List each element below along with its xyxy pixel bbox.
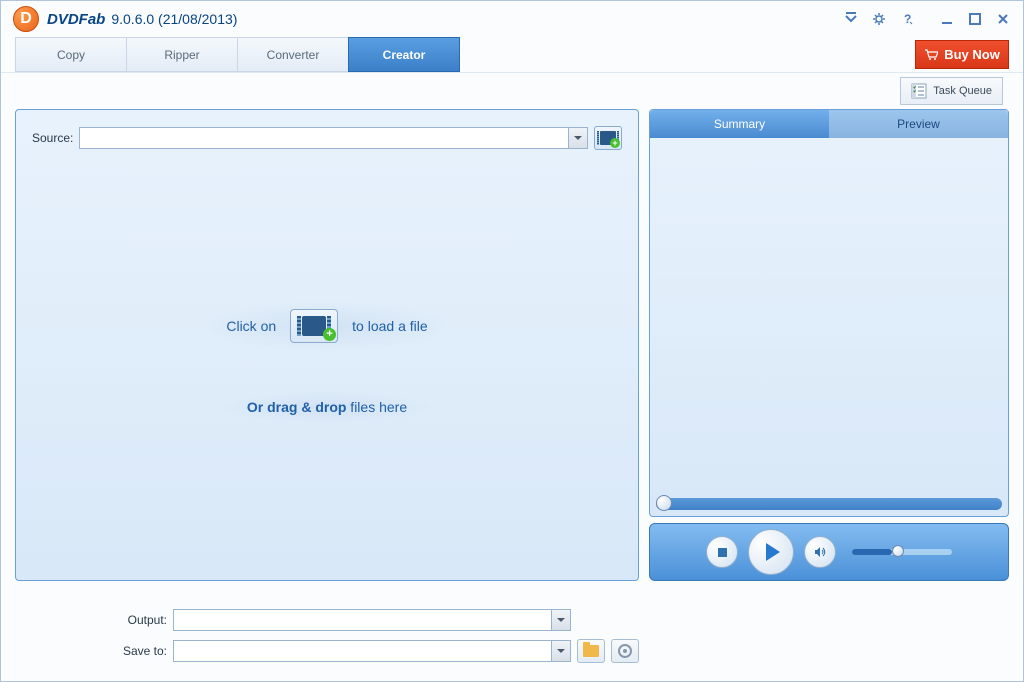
help-icon[interactable]: ? xyxy=(899,11,915,27)
app-logo: D xyxy=(13,6,39,32)
to-load-text: to load a file xyxy=(352,318,428,334)
output-input[interactable] xyxy=(173,609,551,631)
save-to-input[interactable] xyxy=(173,640,551,662)
preview-panel: Summary Preview xyxy=(649,109,1009,517)
source-dropdown[interactable] xyxy=(568,127,588,149)
drag-hint: Or drag & drop files here xyxy=(217,391,437,423)
task-queue-button[interactable]: Task Queue xyxy=(900,77,1003,105)
cart-icon xyxy=(924,49,938,61)
stop-icon xyxy=(718,548,727,557)
buy-now-label: Buy Now xyxy=(944,47,1000,62)
folder-icon xyxy=(583,645,599,657)
tab-converter[interactable]: Converter xyxy=(237,37,349,72)
target-button[interactable] xyxy=(611,639,639,663)
app-version: 9.0.6.0 (21/08/2013) xyxy=(111,11,237,27)
volume-fill xyxy=(852,549,892,555)
sub-bar: Task Queue xyxy=(1,73,1023,109)
play-button[interactable] xyxy=(748,529,794,575)
tab-summary[interactable]: Summary xyxy=(650,110,829,138)
preview-body xyxy=(650,138,1008,498)
target-icon xyxy=(618,644,632,658)
svg-text:?: ? xyxy=(904,12,911,26)
source-input[interactable] xyxy=(79,127,568,149)
plus-badge-icon: + xyxy=(323,328,336,341)
save-to-label: Save to: xyxy=(111,644,167,658)
seek-bar[interactable] xyxy=(656,498,1002,510)
output-section: Output: Save to: xyxy=(1,595,1023,677)
click-on-text: Click on xyxy=(226,318,276,334)
buy-now-button[interactable]: Buy Now xyxy=(915,40,1009,69)
add-source-button[interactable]: + xyxy=(594,126,622,150)
drop-zone[interactable]: Click on + to load a file Or drag & drop… xyxy=(32,160,622,564)
tab-ripper[interactable]: Ripper xyxy=(126,37,238,72)
tab-creator[interactable]: Creator xyxy=(348,37,460,72)
save-to-dropdown[interactable] xyxy=(551,640,571,662)
output-dropdown[interactable] xyxy=(551,609,571,631)
app-title: DVDFab xyxy=(47,11,105,28)
volume-icon xyxy=(813,545,827,559)
play-icon xyxy=(766,543,780,561)
source-panel: Source: + Click on + to load a file Or d… xyxy=(15,109,639,581)
menu-icon[interactable] xyxy=(843,11,859,27)
close-icon[interactable] xyxy=(995,11,1011,27)
volume-button[interactable] xyxy=(804,536,836,568)
load-file-button[interactable]: + xyxy=(290,309,338,343)
title-bar: D DVDFab 9.0.6.0 (21/08/2013) ? xyxy=(1,1,1023,37)
volume-knob[interactable] xyxy=(892,545,904,557)
tab-copy[interactable]: Copy xyxy=(15,37,127,72)
task-queue-icon xyxy=(911,83,927,99)
seek-knob[interactable] xyxy=(656,495,672,511)
player-controls xyxy=(649,523,1009,581)
tab-preview[interactable]: Preview xyxy=(829,110,1008,138)
volume-slider[interactable] xyxy=(852,549,952,555)
source-label: Source: xyxy=(32,131,73,145)
main-tabs: Copy Ripper Converter Creator Buy Now xyxy=(1,37,1023,73)
output-label: Output: xyxy=(111,613,167,627)
stop-button[interactable] xyxy=(706,536,738,568)
gear-icon[interactable] xyxy=(871,11,887,27)
drag-text: Or drag & drop files here xyxy=(247,399,407,415)
task-queue-label: Task Queue xyxy=(933,85,992,97)
plus-badge-icon: + xyxy=(610,138,620,148)
click-hint: Click on + to load a file xyxy=(196,301,457,351)
browse-folder-button[interactable] xyxy=(577,639,605,663)
minimize-icon[interactable] xyxy=(939,11,955,27)
maximize-icon[interactable] xyxy=(967,11,983,27)
